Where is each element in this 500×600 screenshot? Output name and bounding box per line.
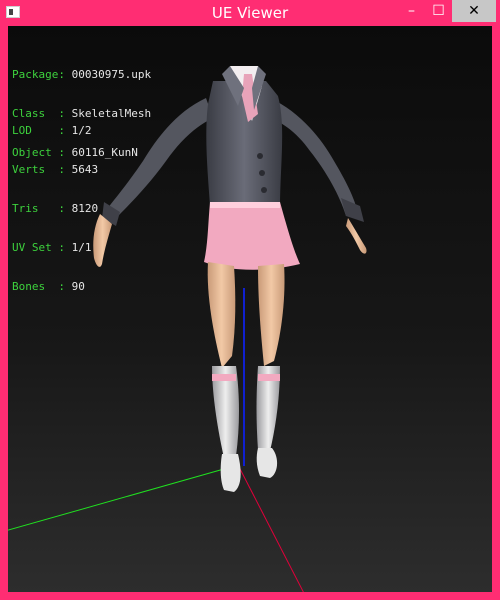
mesh-stats-panel: LOD : 1/2 Verts : 5643 Tris : 8120 UV Se…: [12, 98, 98, 319]
info-label: Tris :: [12, 202, 65, 215]
info-row-uvset: UV Set : 1/1: [12, 241, 98, 254]
info-row-tris: Tris : 8120: [12, 202, 98, 215]
info-value: 1/1: [71, 241, 92, 254]
info-row-package: Package: 00030975.upk: [12, 68, 151, 81]
info-value: 90: [71, 280, 85, 293]
info-row-bones: Bones : 90: [12, 280, 98, 293]
info-label: LOD :: [12, 124, 65, 137]
app-window: UE Viewer – ☐ ✕ Package: 00030975.upk Cl…: [0, 0, 500, 600]
info-label: UV Set :: [12, 241, 65, 254]
minimize-button[interactable]: –: [398, 0, 425, 22]
axis-y-line: [8, 464, 239, 531]
axis-x-line: [237, 464, 304, 592]
info-value: 00030975.upk: [71, 68, 152, 81]
info-row-verts: Verts : 5643: [12, 163, 98, 176]
info-value: 8120: [71, 202, 99, 215]
info-label: Verts :: [12, 163, 65, 176]
info-value: 5643: [71, 163, 99, 176]
info-row-lod: LOD : 1/2: [12, 124, 98, 137]
title-bar[interactable]: UE Viewer – ☐ ✕: [0, 0, 500, 26]
maximize-button[interactable]: ☐: [425, 0, 452, 22]
close-button[interactable]: ✕: [452, 0, 496, 22]
3d-viewport[interactable]: Package: 00030975.upk Class : SkeletalMe…: [8, 26, 492, 592]
info-value: 1/2: [71, 124, 92, 137]
info-label: Bones :: [12, 280, 65, 293]
info-label: Package:: [12, 68, 65, 81]
